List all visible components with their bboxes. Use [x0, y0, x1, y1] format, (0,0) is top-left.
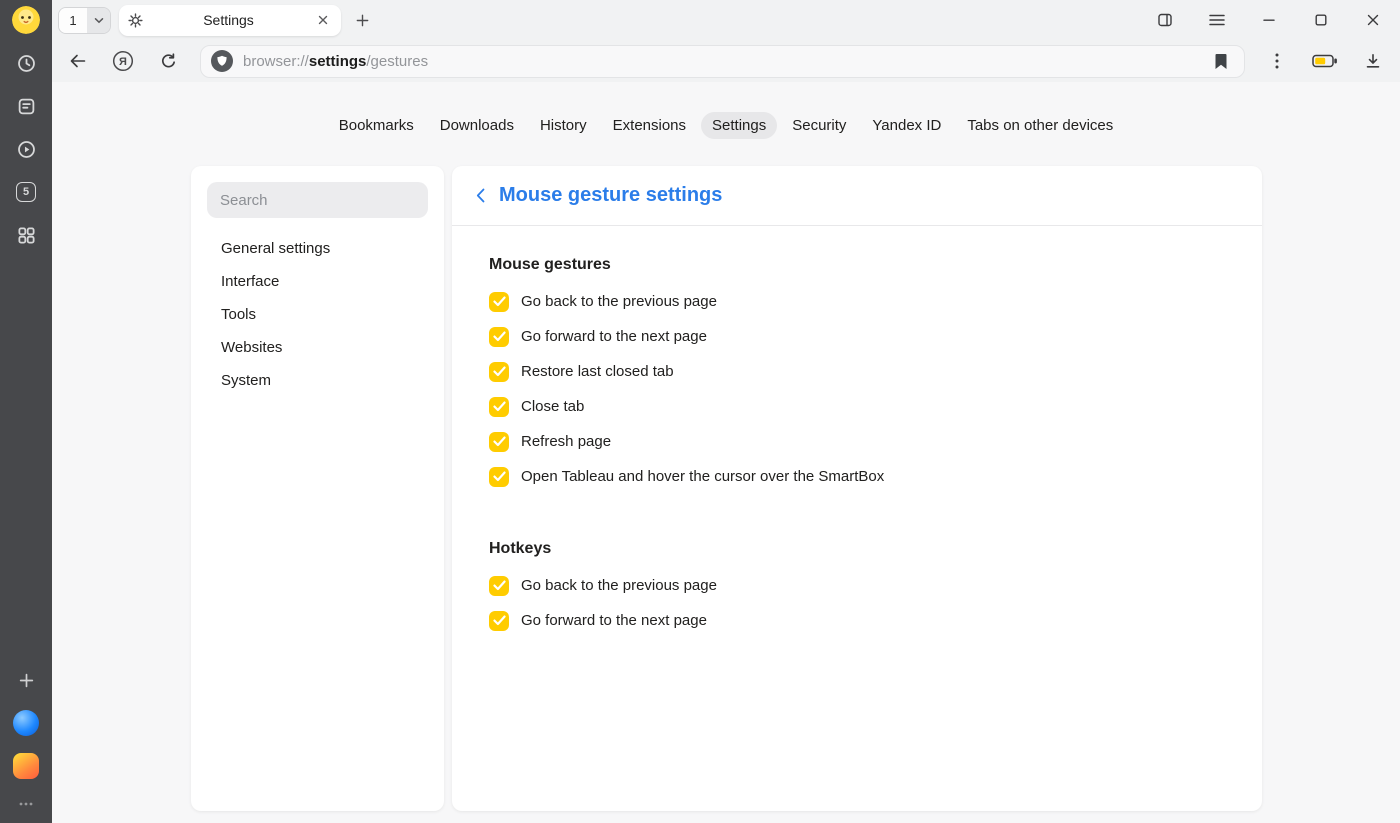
section-mouse-gestures: Mouse gestures Go back to the previous p… [489, 256, 1225, 494]
yandex-letter: Я [119, 56, 127, 68]
option-row[interactable]: Open Tableau and hover the cursor over t… [489, 459, 1225, 494]
section-heading: Mouse gestures [489, 256, 1225, 274]
sidebar-item-websites[interactable]: Websites [207, 331, 428, 364]
side-panel-icon[interactable] [1152, 7, 1178, 33]
settings-page: Bookmarks Downloads History Extensions S… [52, 82, 1400, 823]
search-input[interactable] [207, 182, 428, 218]
tab-title: Settings [149, 12, 308, 28]
checkbox-checked[interactable] [489, 397, 509, 417]
checkbox-checked[interactable] [489, 327, 509, 347]
option-row[interactable]: Restore last closed tab [489, 354, 1225, 389]
tabs-count-badge: 5 [16, 182, 36, 202]
detail-header: Mouse gesture settings [452, 166, 1262, 226]
back-chevron-icon[interactable] [470, 184, 490, 208]
tab-group-control[interactable]: 1 [58, 7, 111, 34]
chevron-down-icon[interactable] [87, 8, 110, 33]
checkbox-checked[interactable] [489, 432, 509, 452]
sidebar-item-system[interactable]: System [207, 364, 428, 397]
profile-avatar[interactable] [12, 6, 40, 34]
url-scheme: browser:// [243, 53, 309, 70]
rail-more-icon[interactable] [12, 795, 40, 813]
downloads-icon[interactable] [1360, 48, 1386, 74]
tab-strip: 1 Settings [52, 0, 1400, 40]
battery-icon[interactable] [1309, 48, 1341, 74]
option-row[interactable]: Refresh page [489, 424, 1225, 459]
url-path: /gestures [366, 53, 428, 70]
yandex-browser-app-icon[interactable] [12, 709, 40, 737]
option-row[interactable]: Go forward to the next page [489, 319, 1225, 354]
option-label: Go back to the previous page [521, 577, 717, 594]
option-label: Refresh page [521, 433, 611, 450]
settings-sidebar: General settings Interface Tools Website… [191, 166, 444, 811]
new-tab-button[interactable] [349, 7, 375, 33]
nav-item-bookmarks[interactable]: Bookmarks [328, 112, 425, 139]
nav-item-yandex-id[interactable]: Yandex ID [861, 112, 952, 139]
checkbox-checked[interactable] [489, 467, 509, 487]
gesture-settings-panel: Mouse gesture settings Mouse gestures Go… [452, 166, 1262, 811]
window-close-button[interactable] [1360, 7, 1386, 33]
option-label: Open Tableau and hover the cursor over t… [521, 468, 884, 485]
reload-icon[interactable] [155, 48, 181, 74]
left-rail: 5 [0, 0, 52, 823]
option-label: Go back to the previous page [521, 293, 717, 310]
more-options-icon[interactable] [1264, 48, 1290, 74]
option-row[interactable]: Go back to the previous page [489, 284, 1225, 319]
checkbox-checked[interactable] [489, 576, 509, 596]
option-label: Go forward to the next page [521, 328, 707, 345]
window-minimize-button[interactable] [1256, 7, 1282, 33]
toolbar: Я browser://settings/gestures [52, 40, 1400, 82]
window-maximize-button[interactable] [1308, 7, 1334, 33]
url-host: settings [309, 53, 367, 70]
sidebar-item-interface[interactable]: Interface [207, 265, 428, 298]
rail-add-button[interactable] [12, 666, 40, 694]
tabs-counter-button[interactable]: 5 [12, 178, 40, 206]
detail-body: Mouse gestures Go back to the previous p… [452, 226, 1262, 668]
settings-top-nav: Bookmarks Downloads History Extensions S… [52, 112, 1400, 139]
sidebar-item-general-settings[interactable]: General settings [207, 232, 428, 265]
tab-settings[interactable]: Settings [119, 5, 341, 36]
option-label: Restore last closed tab [521, 363, 674, 380]
address-bar[interactable]: browser://settings/gestures [200, 45, 1245, 78]
option-label: Close tab [521, 398, 584, 415]
bookmark-icon[interactable] [1208, 48, 1234, 74]
sidebar-item-tools[interactable]: Tools [207, 298, 428, 331]
feed-icon[interactable] [12, 92, 40, 120]
nav-item-tabs-other-devices[interactable]: Tabs on other devices [956, 112, 1124, 139]
tab-group-count: 1 [59, 8, 87, 33]
settings-menu: General settings Interface Tools Website… [207, 232, 428, 397]
back-icon[interactable] [65, 48, 91, 74]
nav-item-extensions[interactable]: Extensions [602, 112, 697, 139]
checkbox-checked[interactable] [489, 292, 509, 312]
browser-window: 5 [0, 0, 1400, 823]
yandex-search-icon[interactable]: Я [110, 48, 136, 74]
nav-item-downloads[interactable]: Downloads [429, 112, 525, 139]
apps-grid-icon[interactable] [12, 221, 40, 249]
site-security-icon[interactable] [211, 50, 233, 72]
menu-icon[interactable] [1204, 7, 1230, 33]
option-row[interactable]: Close tab [489, 389, 1225, 424]
url-text: browser://settings/gestures [243, 53, 428, 70]
option-row[interactable]: Go back to the previous page [489, 568, 1225, 603]
nav-item-settings[interactable]: Settings [701, 112, 777, 139]
yandex-app-icon[interactable] [12, 752, 40, 780]
section-hotkeys: Hotkeys Go back to the previous page [489, 540, 1225, 638]
history-icon[interactable] [12, 49, 40, 77]
option-label: Go forward to the next page [521, 612, 707, 629]
option-row[interactable]: Go forward to the next page [489, 603, 1225, 638]
nav-item-security[interactable]: Security [781, 112, 857, 139]
page-title: Mouse gesture settings [499, 184, 722, 207]
nav-item-history[interactable]: History [529, 112, 598, 139]
checkbox-checked[interactable] [489, 362, 509, 382]
player-icon[interactable] [12, 135, 40, 163]
section-heading: Hotkeys [489, 540, 1225, 558]
tab-close-icon[interactable] [314, 11, 332, 29]
checkbox-checked[interactable] [489, 611, 509, 631]
gear-icon [128, 13, 143, 28]
